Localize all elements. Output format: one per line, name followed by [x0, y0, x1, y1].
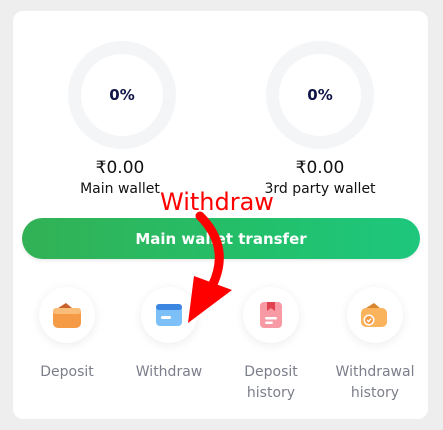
annotation-arrow-icon [188, 211, 232, 323]
